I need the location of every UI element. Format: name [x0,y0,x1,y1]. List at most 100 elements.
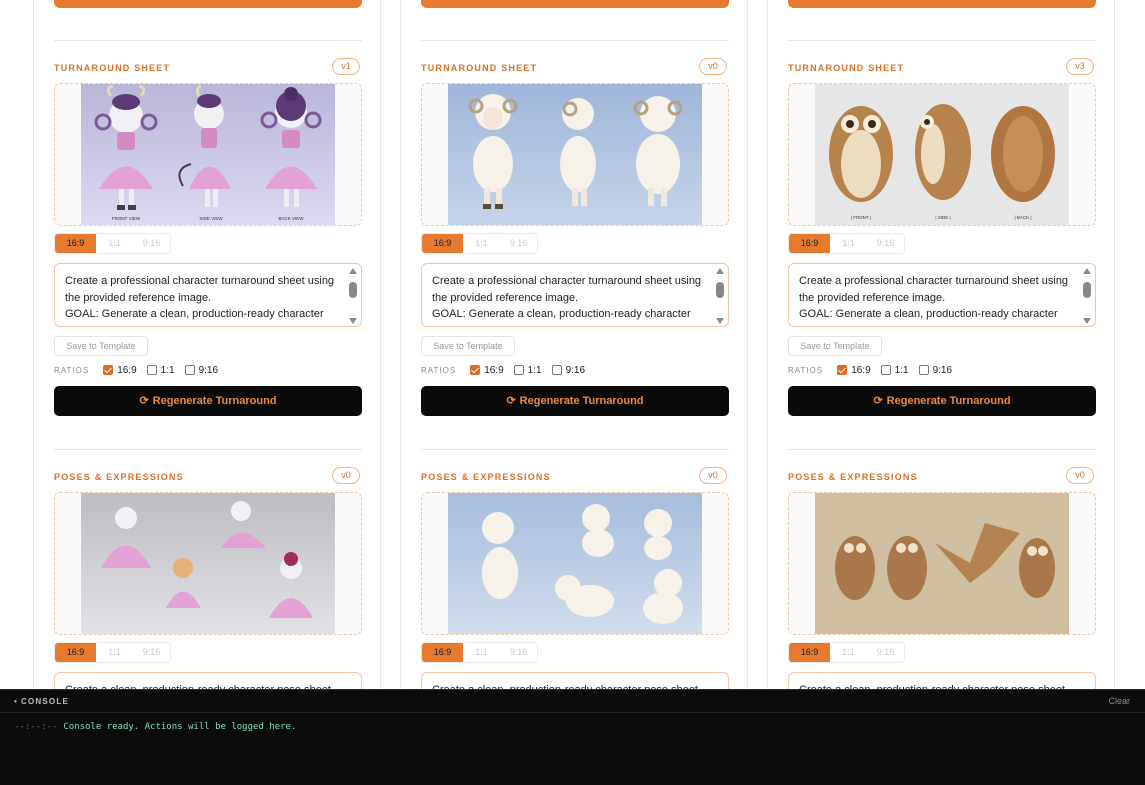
ratio-tab-9-16[interactable]: 9:16 [867,643,904,662]
refresh-icon: ⟳ [873,395,883,407]
ratio-tab-1-1[interactable]: 1:1 [96,234,133,253]
version-badge[interactable]: v0 [699,467,727,484]
ratio-tabs: 16:9 1:1 9:16 [788,642,905,663]
top-action-button[interactable] [54,0,362,8]
character-column-cow: TURNAROUND SHEET v1 FRONT VIEW SIDE VIEW… [33,0,381,736]
ratio-tab-1-1[interactable]: 1:1 [830,643,867,662]
regenerate-turnaround-button[interactable]: ⟳ Regenerate Turnaround [421,386,729,416]
console-header: • CONSOLE Clear [0,690,1145,713]
prompt-textarea[interactable]: Create a professional character turnarou… [788,263,1096,327]
scroll-down-icon[interactable] [1083,318,1091,324]
console-title: • CONSOLE [14,696,69,706]
view-label: BACK VIEW [278,216,304,221]
scrollbar[interactable] [1082,268,1092,324]
ratio-checkbox-9-16[interactable]: 9:16 [551,365,585,376]
ratio-checkbox-9-16[interactable]: 9:16 [918,365,952,376]
save-to-template-button[interactable]: Save to Template [788,336,882,356]
scrollbar[interactable] [715,268,725,324]
save-to-template-button[interactable]: Save to Template [54,336,148,356]
ratio-tab-1-1[interactable]: 1:1 [463,234,500,253]
scroll-thumb[interactable] [349,282,357,298]
sheep-turnaround-image [448,84,702,225]
save-to-template-button[interactable]: Save to Template [421,336,515,356]
ratio-tabs: 16:9 1:1 9:16 [421,233,538,254]
scroll-thumb[interactable] [716,282,724,298]
divider [54,449,362,450]
version-badge[interactable]: v0 [699,58,727,75]
ratio-tab-9-16[interactable]: 9:16 [500,643,537,662]
ratio-tab-1-1[interactable]: 1:1 [96,643,133,662]
ratio-checkbox-16-9[interactable]: 16:9 [103,365,137,376]
regenerate-turnaround-button[interactable]: ⟳ Regenerate Turnaround [54,386,362,416]
ratio-tab-16-9[interactable]: 16:9 [422,234,463,253]
scroll-up-icon[interactable] [1083,268,1091,274]
prompt-textarea[interactable]: Create a professional character turnarou… [54,263,362,327]
ratio-checkbox-9-16[interactable]: 9:16 [184,365,218,376]
ratio-checkbox-16-9[interactable]: 16:9 [470,365,504,376]
console-message: Console ready. Actions will be logged he… [63,722,297,732]
ratio-tab-9-16[interactable]: 9:16 [133,234,170,253]
ratios-row: RATIOS 16:9 1:1 9:16 [421,363,595,377]
turnaround-section-title: TURNAROUND SHEET [54,63,171,73]
divider [788,449,1096,450]
ratio-checkbox-1-1[interactable]: 1:1 [146,365,175,376]
scroll-thumb[interactable] [1083,282,1091,298]
scroll-up-icon[interactable] [716,268,724,274]
ratios-row: RATIOS 16:9 1:1 9:16 [54,363,228,377]
owl-poses-image [815,493,1069,634]
top-action-button[interactable] [421,0,729,8]
ratio-tab-9-16[interactable]: 9:16 [500,234,537,253]
poses-image-frame[interactable] [788,492,1096,635]
ratio-tabs: 16:9 1:1 9:16 [54,642,171,663]
ratio-tab-9-16[interactable]: 9:16 [133,643,170,662]
version-badge[interactable]: v1 [332,58,360,75]
poses-image-frame[interactable] [421,492,729,635]
view-label: | BACK | [1014,215,1031,220]
ratio-tab-16-9[interactable]: 16:9 [789,234,830,253]
view-label: FRONT VIEW [112,216,141,221]
ratio-tab-16-9[interactable]: 16:9 [55,643,96,662]
console-clear-button[interactable]: Clear [1108,696,1130,706]
scroll-up-icon[interactable] [349,268,357,274]
ratio-tab-1-1[interactable]: 1:1 [463,643,500,662]
console-timestamp: --:--:-- [14,722,58,732]
poses-section-title: POSES & EXPRESSIONS [788,472,918,482]
character-column-sheep: TURNAROUND SHEET v0 16:9 1:1 9:16 Create… [400,0,748,736]
scrollbar[interactable] [348,268,358,324]
top-action-button[interactable] [788,0,1096,8]
refresh-icon: ⟳ [506,395,516,407]
owl-turnaround-image: | FRONT | | SIDE | | BACK | [815,84,1069,225]
ratio-tab-16-9[interactable]: 16:9 [422,643,463,662]
divider [421,40,729,41]
view-label: | FRONT | [851,215,871,220]
poses-section-title: POSES & EXPRESSIONS [54,472,184,482]
ratios-row: RATIOS 16:9 1:1 9:16 [788,363,962,377]
ratio-tab-16-9[interactable]: 16:9 [789,643,830,662]
ratio-checkbox-16-9[interactable]: 16:9 [837,365,871,376]
ratios-label: RATIOS [54,365,90,375]
poses-section-title: POSES & EXPRESSIONS [421,472,551,482]
ratio-tab-16-9[interactable]: 16:9 [55,234,96,253]
regenerate-turnaround-button[interactable]: ⟳ Regenerate Turnaround [788,386,1096,416]
prompt-text: Create a professional character turnarou… [432,275,702,320]
version-badge[interactable]: v0 [332,467,360,484]
scroll-down-icon[interactable] [716,318,724,324]
ratio-tab-9-16[interactable]: 9:16 [867,234,904,253]
poses-image-frame[interactable] [54,492,362,635]
turnaround-image-frame[interactable]: FRONT VIEW SIDE VIEW BACK VIEW [54,83,362,226]
scroll-down-icon[interactable] [349,318,357,324]
divider [54,40,362,41]
turnaround-image-frame[interactable]: | FRONT | | SIDE | | BACK | [788,83,1096,226]
prompt-textarea[interactable]: Create a professional character turnarou… [421,263,729,327]
ratio-checkbox-1-1[interactable]: 1:1 [880,365,909,376]
version-badge[interactable]: v0 [1066,467,1094,484]
version-badge[interactable]: v3 [1066,58,1094,75]
sheep-poses-image [448,493,702,634]
ratio-tab-1-1[interactable]: 1:1 [830,234,867,253]
divider [788,40,1096,41]
prompt-text: Create a professional character turnarou… [65,275,335,320]
turnaround-section-title: TURNAROUND SHEET [421,63,538,73]
ratio-checkbox-1-1[interactable]: 1:1 [513,365,542,376]
turnaround-image-frame[interactable] [421,83,729,226]
console-panel: • CONSOLE Clear --:--:-- Console ready. Ac… [0,689,1145,785]
